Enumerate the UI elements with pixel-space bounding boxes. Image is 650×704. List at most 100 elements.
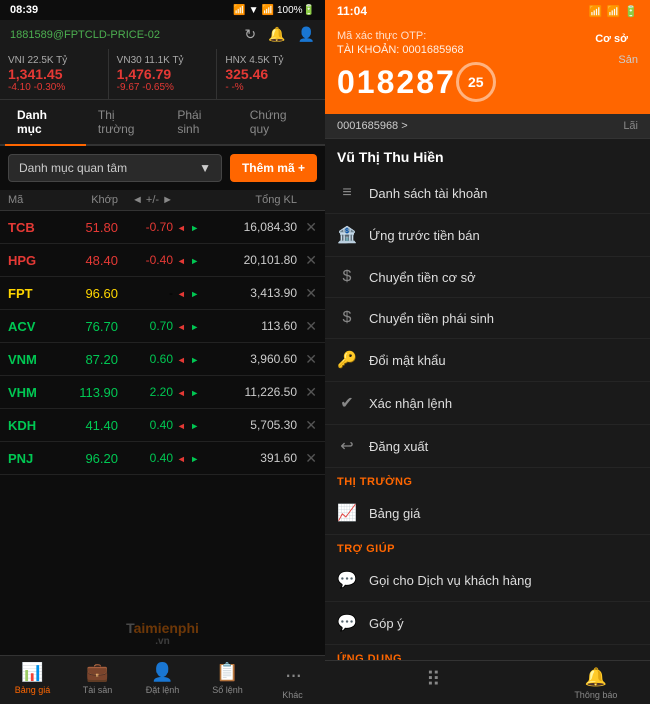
tai-san-label: Tài sản [83, 685, 113, 695]
table-row[interactable]: TCB 51.80 -0.70 ◄ ► 16,084.30 ✕ [0, 211, 325, 244]
stock-ma: KDH [8, 418, 63, 433]
tab-danh-muc[interactable]: Danh mục [5, 100, 86, 144]
nav-khac[interactable]: ··· Khác [260, 662, 325, 700]
remove-stock-button[interactable]: ✕ [297, 219, 317, 236]
index-hnx[interactable]: HNX 4.5K Tỷ 325.46 - -% [217, 49, 325, 99]
account-section: 0001685968 > Lãi [325, 114, 650, 139]
chevron-down-icon: ▼ [199, 161, 211, 175]
menu-item[interactable]: ≡ Danh sách tài khoản [325, 173, 650, 214]
col-header-kl: Tổng KL [203, 194, 297, 206]
stock-arrows: ◄ ► [173, 416, 203, 434]
remove-stock-button[interactable]: ✕ [297, 252, 317, 269]
dat-lenh-label: Đặt lệnh [146, 685, 180, 695]
left-panel: 08:39 📶 ▼ 📶 100%🔋 1881589@FPTCLD-PRICE-0… [0, 0, 325, 704]
nav-tai-san[interactable]: 💼 Tài sản [65, 662, 130, 700]
user-icon[interactable]: 👤 [298, 26, 315, 43]
vn30-value: 1,476.79 [117, 66, 209, 82]
stock-ma: FPT [8, 286, 63, 301]
menu-item[interactable]: ✔ Xác nhận lệnh [325, 382, 650, 425]
menu-item[interactable]: $ Chuyển tiền phái sinh [325, 298, 650, 339]
remove-stock-button[interactable]: ✕ [297, 450, 317, 467]
index-vni[interactable]: VNI 22.5K Tỷ 1,341.45 -4.10 -0.30% [0, 49, 109, 99]
menu-item-label: Danh sách tài khoản [369, 186, 488, 201]
thong-bao-label: Thông báo [574, 690, 617, 700]
menu-item[interactable]: ↩ Đăng xuất [325, 425, 650, 468]
remove-stock-button[interactable]: ✕ [297, 318, 317, 335]
arrow-right-icon: ► [190, 256, 199, 266]
arrow-left-icon: ◄ [177, 256, 186, 266]
menu-item[interactable]: 🔑 Đổi mật khẩu [325, 339, 650, 382]
menu-item[interactable]: 💬 Góp ý [325, 602, 650, 645]
account-id[interactable]: 1881589@FPTCLD-PRICE-02 [10, 29, 160, 41]
table-row[interactable]: HPG 48.40 -0.40 ◄ ► 20,101.80 ✕ [0, 244, 325, 277]
stock-kl: 5,705.30 [203, 418, 297, 432]
menu-list: ≡ Danh sách tài khoản 🏦 Ứng trước tiền b… [325, 173, 650, 660]
menu-item-icon: ↩ [337, 436, 357, 456]
table-row[interactable]: VNM 87.20 0.60 ◄ ► 3,960.60 ✕ [0, 343, 325, 376]
time-right: 11:04 [337, 4, 367, 18]
otp-code: 018287 [337, 64, 456, 101]
filter-select[interactable]: Danh mục quan tâm ▼ [8, 154, 222, 182]
otp-label: Mã xác thực OTP: [337, 30, 496, 42]
table-row[interactable]: VHM 113.90 2.20 ◄ ► 11,226.50 ✕ [0, 376, 325, 409]
tab-thi-truong[interactable]: Thị trường [86, 100, 165, 144]
arrow-right-icon: ► [190, 421, 199, 431]
menu-item-label: Chuyển tiền cơ sở [369, 270, 476, 285]
remove-stock-button[interactable]: ✕ [297, 384, 317, 401]
menu-item-icon: $ [337, 309, 357, 327]
table-row[interactable]: KDH 41.40 0.40 ◄ ► 5,705.30 ✕ [0, 409, 325, 442]
table-header: Mã Khớp ◄ +/- ► Tổng KL [0, 190, 325, 211]
menu-item[interactable]: 🏦 Ứng trước tiền bán [325, 214, 650, 257]
arrow-left-icon: ◄ [177, 223, 186, 233]
bottom-nav-right: ⠿ 🔔 Thông báo [325, 660, 650, 704]
refresh-icon[interactable]: ↻ [244, 26, 256, 43]
nav-thong-bao[interactable]: 🔔 Thông báo [542, 667, 650, 700]
filter-row: Danh mục quan tâm ▼ Thêm mã + [0, 146, 325, 190]
col-header-arrows [173, 194, 203, 206]
khac-label: Khác [282, 690, 303, 700]
account-action-icons: ↻ 🔔 👤 [244, 26, 315, 43]
stock-arrows: ◄ ► [173, 284, 203, 302]
menu-item-label: Gọi cho Dịch vụ khách hàng [369, 573, 532, 588]
stock-arrows: ◄ ► [173, 317, 203, 335]
table-row[interactable]: ACV 76.70 0.70 ◄ ► 113.60 ✕ [0, 310, 325, 343]
remove-stock-button[interactable]: ✕ [297, 351, 317, 368]
stock-arrows: ◄ ► [173, 350, 203, 368]
bell-icon[interactable]: 🔔 [268, 26, 285, 43]
stock-khop: 51.80 [63, 220, 118, 235]
add-ma-button[interactable]: Thêm mã + [230, 154, 317, 182]
stock-khop: 48.40 [63, 253, 118, 268]
account-bar: 1881589@FPTCLD-PRICE-02 ↻ 🔔 👤 [0, 20, 325, 49]
stock-khop: 96.20 [63, 451, 118, 466]
nav-grid[interactable]: ⠿ [325, 667, 542, 700]
nav-dat-lenh[interactable]: 👤 Đặt lệnh [130, 662, 195, 700]
table-row[interactable]: FPT 96.60 - ◄ ► 3,413.90 ✕ [0, 277, 325, 310]
menu-item[interactable]: 💬 Gọi cho Dịch vụ khách hàng [325, 559, 650, 602]
so-lenh-icon: 📋 [216, 662, 238, 683]
remove-stock-button[interactable]: ✕ [297, 285, 317, 302]
menu-item-label: Xác nhận lệnh [369, 396, 452, 411]
watermark-brand: aimienphi [134, 620, 199, 636]
tab-phai-sinh[interactable]: Phái sinh [165, 100, 237, 144]
nav-bang-gia[interactable]: 📊 Bảng giá [0, 662, 65, 700]
stock-change: 0.70 [118, 319, 173, 333]
menu-item[interactable]: $ Chuyển tiền cơ sở [325, 257, 650, 298]
right-panel: 11:04 📶 📶 🔋 Mã xác thực OTP: TÀI KHOẢN: … [325, 0, 650, 704]
market-indices: VNI 22.5K Tỷ 1,341.45 -4.10 -0.30% VN30 … [0, 49, 325, 100]
menu-item-label: Đổi mật khẩu [369, 353, 446, 368]
arrow-left-icon: ◄ [177, 355, 186, 365]
stock-ma: VNM [8, 352, 63, 367]
index-vn30[interactable]: VN30 11.1K Tỷ 1,476.79 -9.67 -0.65% [109, 49, 218, 99]
vn30-name: VN30 11.1K Tỷ [117, 55, 209, 66]
vni-change: -4.10 -0.30% [8, 82, 100, 93]
otp-timer: 25 [456, 62, 496, 102]
remove-stock-button[interactable]: ✕ [297, 417, 317, 434]
watermark-t: T [126, 620, 134, 636]
table-row[interactable]: PNJ 96.20 0.40 ◄ ► 391.60 ✕ [0, 442, 325, 475]
tab-chung-quy[interactable]: Chứng quy [238, 100, 320, 144]
co-so-button[interactable]: Cơ sở [585, 30, 638, 48]
menu-item[interactable]: 📈 Bảng giá [325, 492, 650, 535]
col-header-ma: Mã [8, 194, 63, 206]
account-number[interactable]: 0001685968 > [337, 120, 408, 132]
nav-so-lenh[interactable]: 📋 Sổ lệnh [195, 662, 260, 700]
